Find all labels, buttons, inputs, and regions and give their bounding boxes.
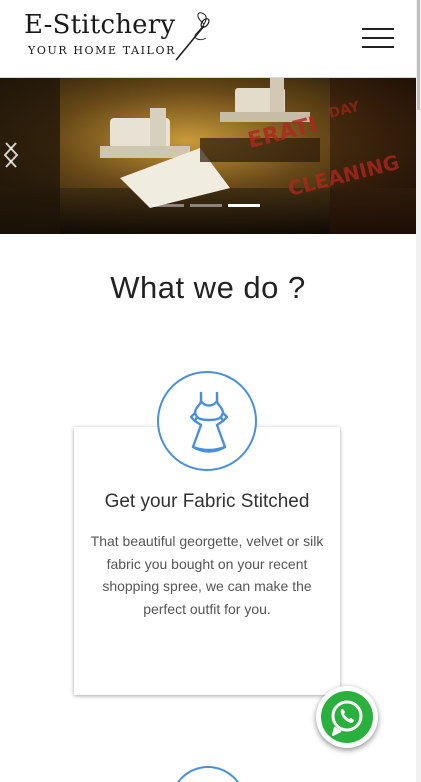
whatsapp-icon: [321, 691, 373, 743]
slider-indicators: [152, 204, 264, 210]
section-title: What we do ?: [110, 270, 306, 305]
slider-dot-2[interactable]: [190, 204, 222, 207]
hero-slider: ERATI CLEANING DAY: [0, 78, 416, 234]
next-service-icon: [170, 766, 246, 782]
hamburger-menu-icon[interactable]: [360, 24, 396, 52]
scrollbar-thumb[interactable]: [417, 0, 420, 110]
card-description: That beautiful georgette, velvet or silk…: [90, 533, 324, 617]
scrollbar-track[interactable]: [416, 0, 421, 782]
logo-title: E-Stitchery: [24, 10, 176, 40]
slider-dot-1[interactable]: [152, 204, 184, 207]
site-header: E-Stitchery YOUR HOME TAILOR: [0, 0, 421, 78]
dress-icon: [157, 371, 257, 471]
logo-tagline: YOUR HOME TAILOR: [28, 44, 176, 57]
logo[interactable]: E-Stitchery YOUR HOME TAILOR: [24, 10, 214, 66]
card-title: Get your Fabric Stitched: [104, 491, 310, 512]
slider-dot-3[interactable]: [228, 204, 260, 207]
hero-slide-image: ERATI CLEANING DAY: [0, 78, 416, 234]
needle-thread-icon: [175, 12, 210, 61]
whatsapp-button[interactable]: [316, 686, 378, 748]
chevron-right-icon[interactable]: [0, 140, 22, 170]
